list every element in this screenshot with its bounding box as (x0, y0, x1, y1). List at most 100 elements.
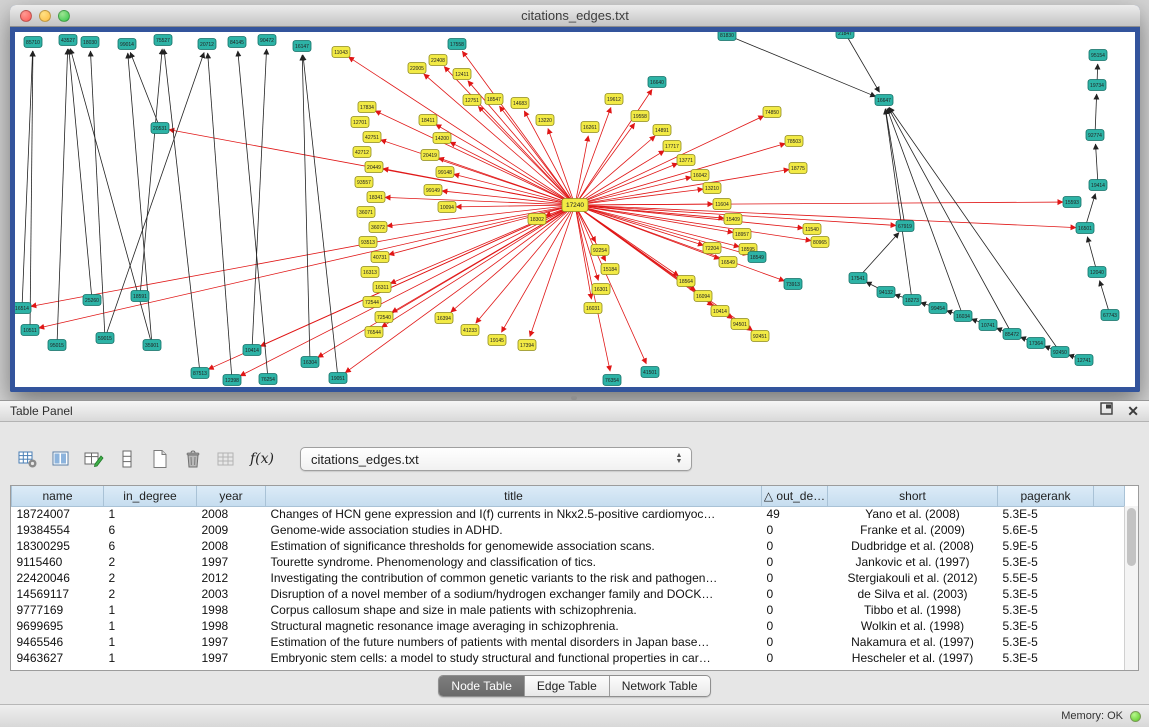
graph-edge[interactable] (385, 197, 575, 205)
graph-node[interactable]: 16304 (301, 357, 319, 368)
graph-edge[interactable] (1095, 94, 1097, 135)
graph-edge[interactable] (105, 53, 204, 338)
cell-short[interactable]: Tibbo et al. (1998) (828, 602, 998, 618)
window-titlebar[interactable]: citations_edges.txt (10, 5, 1140, 27)
cell-in_degree[interactable]: 2 (104, 570, 197, 586)
cell-title[interactable]: Tourette syndrome. Phenomenology and cla… (266, 554, 762, 570)
graph-node[interactable]: 18564 (677, 276, 695, 287)
graph-node[interactable]: 16147 (293, 41, 311, 52)
graph-edge[interactable] (575, 205, 598, 280)
cell-short[interactable]: Hescheler et al. (1997) (828, 650, 998, 666)
graph-node[interactable]: 16313 (361, 267, 379, 278)
cell-pagerank[interactable]: 5.3E-5 (998, 650, 1094, 666)
graph-edge[interactable] (889, 107, 1060, 352)
graph-node[interactable]: 16301 (592, 284, 610, 295)
cell-in_degree[interactable]: 2 (104, 586, 197, 602)
graph-node[interactable]: 20531 (151, 123, 169, 134)
cell-title[interactable]: Investigating the contribution of common… (266, 570, 762, 586)
graph-edge[interactable] (164, 49, 200, 373)
graph-node[interactable]: 16261 (581, 122, 599, 133)
graph-node[interactable]: 25260 (83, 295, 101, 306)
graph-node[interactable]: 12411 (453, 69, 471, 80)
graph-edge[interactable] (302, 55, 310, 362)
table-settings-icon[interactable] (16, 447, 40, 471)
cell-pagerank[interactable]: 5.3E-5 (998, 506, 1094, 522)
cell-in_degree[interactable]: 1 (104, 634, 197, 650)
cell-short[interactable]: Yano et al. (2008) (828, 506, 998, 522)
scrollbar-thumb[interactable] (1127, 508, 1136, 566)
cell-in_degree[interactable]: 1 (104, 602, 197, 618)
cell-name[interactable]: 9463627 (12, 650, 104, 666)
graph-edge[interactable] (575, 136, 655, 205)
graph-node[interactable]: 76354 (603, 375, 621, 386)
table-row[interactable]: 1456911722003Disruption of a novel membe… (12, 586, 1125, 602)
cell-year[interactable]: 1997 (197, 650, 266, 666)
table-row[interactable]: 946362711997Embryonic stem cells: a mode… (12, 650, 1125, 666)
graph-node[interactable]: 75527 (154, 35, 172, 46)
graph-node[interactable]: 76544 (365, 327, 383, 338)
graph-node[interactable]: 11540 (803, 224, 821, 235)
graph-node[interactable]: 19051 (329, 373, 347, 384)
cell-in_degree[interactable]: 1 (104, 618, 197, 634)
graph-edge[interactable] (462, 51, 575, 205)
cell-in_degree[interactable]: 6 (104, 538, 197, 554)
cell-out_degree[interactable]: 49 (762, 506, 828, 522)
graph-node[interactable]: 18957 (733, 229, 751, 240)
graph-node[interactable]: 16311 (373, 282, 391, 293)
graph-node[interactable]: 18341 (367, 192, 385, 203)
cell-title[interactable]: Structural magnetic resonance image aver… (266, 618, 762, 634)
cell-year[interactable]: 1998 (197, 618, 266, 634)
graph-node[interactable]: 36072 (369, 222, 387, 233)
cell-name[interactable]: 18300295 (12, 538, 104, 554)
graph-edge[interactable] (456, 205, 575, 207)
cell-pagerank[interactable]: 5.3E-5 (998, 554, 1094, 570)
graph-node[interactable]: 20419 (421, 150, 439, 161)
cell-pagerank[interactable]: 5.3E-5 (998, 586, 1094, 602)
row-height-icon[interactable] (115, 447, 139, 471)
graph-node[interactable]: 72204 (703, 243, 721, 254)
graph-node[interactable]: 18030 (81, 37, 99, 48)
graph-node[interactable]: 13210 (703, 183, 721, 194)
graph-edge[interactable] (575, 144, 785, 205)
graph-edge[interactable] (69, 49, 92, 300)
graph-node[interactable]: 10414 (711, 306, 729, 317)
show-columns-icon[interactable] (49, 447, 73, 471)
graph-node[interactable]: 12398 (223, 375, 241, 386)
graph-node[interactable]: 85472 (1003, 329, 1021, 340)
graph-node[interactable]: 11043 (332, 47, 350, 58)
cell-short[interactable]: Jankovic et al. (1997) (828, 554, 998, 570)
cell-title[interactable]: Disruption of a novel member of a sodium… (266, 586, 762, 602)
graph-node[interactable]: 20449 (365, 162, 383, 173)
cell-pagerank[interactable]: 5.3E-5 (998, 634, 1094, 650)
graph-edge[interactable] (575, 205, 646, 364)
float-panel-icon[interactable] (1100, 402, 1113, 420)
graph-node[interactable]: 72544 (363, 297, 381, 308)
cell-year[interactable]: 1997 (197, 634, 266, 650)
graph-edge[interactable] (30, 51, 33, 330)
graph-edge[interactable] (727, 35, 876, 97)
graph-edge[interactable] (858, 233, 899, 278)
network-canvas[interactable]: 1724085710435271803099014755272071284145… (15, 32, 1135, 387)
graph-node[interactable]: 43527 (59, 35, 77, 46)
graph-node[interactable]: 16042 (691, 170, 709, 181)
graph-node[interactable]: 76254 (259, 374, 277, 385)
graph-node[interactable]: 10511 (21, 325, 39, 336)
graph-edge[interactable] (1096, 144, 1098, 185)
cell-title[interactable]: Embryonic stem cells: a model to study s… (266, 650, 762, 666)
graph-node[interactable]: 92254 (591, 245, 609, 256)
graph-node[interactable]: 42712 (353, 147, 371, 158)
tab-edge-table[interactable]: Edge Table (525, 676, 610, 696)
graph-node[interactable]: 87513 (191, 368, 209, 379)
graph-node[interactable]: 40731 (371, 252, 389, 263)
graph-node[interactable]: 17834 (358, 102, 376, 113)
graph-node[interactable]: 41233 (461, 325, 479, 336)
tab-node-table[interactable]: Node Table (439, 676, 525, 696)
graph-node[interactable]: 16094 (694, 291, 712, 302)
graph-edge[interactable] (575, 169, 789, 205)
edit-table-icon[interactable] (82, 447, 106, 471)
graph-node[interactable]: 13771 (677, 155, 695, 166)
cell-pagerank[interactable]: 5.5E-5 (998, 570, 1094, 586)
cell-name[interactable]: 9465546 (12, 634, 104, 650)
cell-out_degree[interactable]: 0 (762, 554, 828, 570)
table-scrollbar[interactable] (1124, 506, 1138, 670)
